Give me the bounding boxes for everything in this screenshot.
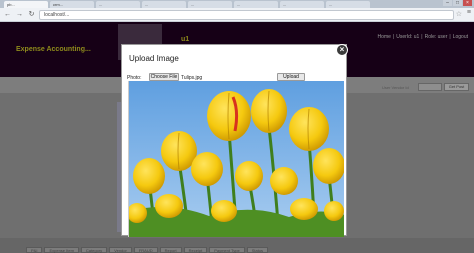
forward-icon[interactable]: →	[15, 10, 24, 19]
upload-button[interactable]: Upload	[277, 73, 305, 81]
browser-toolbar: ← → ↻ localhost/...	[0, 8, 474, 22]
nav-tab[interactable]: FRAUD	[133, 247, 158, 253]
close-window-icon[interactable]: ×	[463, 0, 472, 6]
home-link[interactable]: Home	[378, 34, 391, 40]
window-controls: – □ ×	[443, 0, 472, 6]
search-label: User Vendor Id	[382, 85, 409, 90]
nav-tab[interactable]: Receipt	[183, 247, 208, 253]
browser-tab[interactable]: pb...	[4, 1, 48, 8]
nav-tab[interactable]: Vendor	[109, 247, 132, 253]
userid-text: UserId: u1	[396, 34, 420, 40]
top-links: Home | UserId: u1 | Role: user | Logout	[378, 34, 468, 40]
separator: |	[449, 34, 451, 40]
upload-image-dialog: Upload Image × Photo: Choose File Tulips…	[121, 44, 348, 237]
separator: |	[392, 34, 395, 40]
tulips-image	[129, 81, 344, 237]
logout-link[interactable]: Logout	[453, 34, 468, 40]
separator: |	[421, 34, 423, 40]
role-text: Role: user	[424, 34, 448, 40]
reload-icon[interactable]: ↻	[27, 10, 36, 19]
browser-tab[interactable]: ...	[234, 1, 278, 8]
nav-tab[interactable]: Payment Type	[209, 247, 245, 253]
minimize-icon[interactable]: –	[443, 0, 452, 6]
browser-tab[interactable]: ...	[280, 1, 324, 8]
nav-tab[interactable]: Report	[159, 247, 182, 253]
nav-tab[interactable]: P&I	[26, 247, 43, 253]
browser-tab[interactable]: ...	[326, 1, 370, 8]
star-icon[interactable]: ☆	[456, 10, 462, 18]
app-title: Expense Accounting...	[16, 46, 91, 53]
bottom-nav: P&I Expense Item Category Vendor FRAUD R…	[0, 238, 474, 253]
get-post-button[interactable]: Get Post	[444, 83, 469, 91]
close-icon[interactable]: ×	[336, 44, 348, 56]
choose-file-button[interactable]: Choose File	[149, 73, 179, 81]
browser-tab[interactable]: ...	[142, 1, 186, 8]
browser-tabstrip: pb... crm... ... ... ... ... ... ... – □…	[0, 0, 474, 8]
nav-tab[interactable]: Category	[80, 247, 108, 253]
user-label: u1	[181, 36, 190, 43]
menu-icon[interactable]: ≡	[467, 9, 471, 16]
back-icon[interactable]: ←	[3, 10, 12, 19]
browser-tab[interactable]: ...	[96, 1, 140, 8]
dialog-title: Upload Image	[129, 54, 179, 63]
nav-tab[interactable]: Status	[246, 247, 269, 253]
browser-tab[interactable]: ...	[188, 1, 232, 8]
browser-tab[interactable]: crm...	[50, 1, 94, 8]
address-bar[interactable]: localhost/...	[39, 9, 454, 20]
search-input[interactable]	[418, 83, 442, 91]
uploaded-photo	[128, 81, 344, 237]
maximize-icon[interactable]: □	[453, 0, 462, 6]
nav-tab[interactable]: Expense Item	[44, 247, 79, 253]
